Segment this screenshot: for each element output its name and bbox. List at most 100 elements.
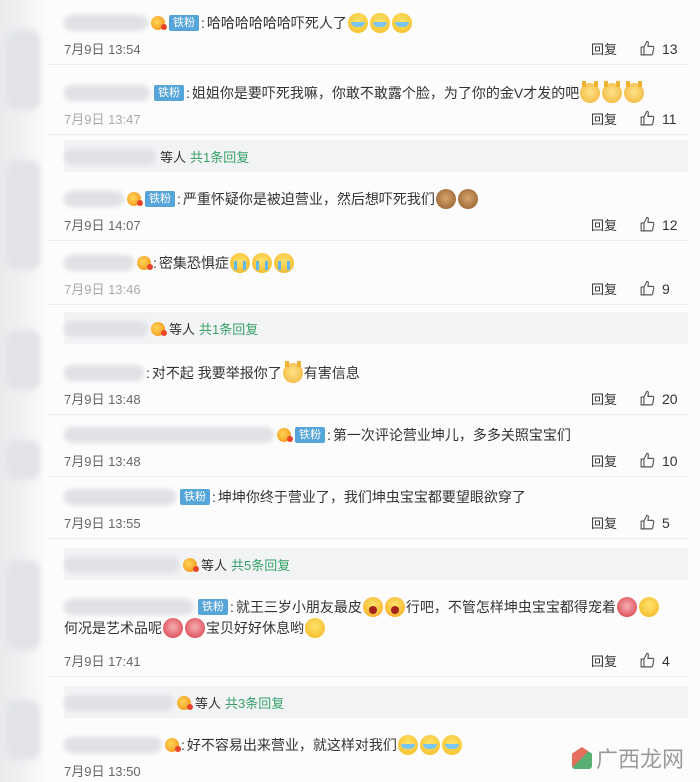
like-count: 12 — [662, 216, 678, 233]
comment-time: 7月9日 13:47 — [64, 112, 141, 127]
comment-time: 7月9日 13:48 — [64, 392, 141, 407]
comment-text: 就王三岁小朋友最皮 — [235, 599, 362, 615]
replier-blurred — [64, 320, 148, 337]
crying-emoji-icon — [229, 253, 250, 273]
username-blurred[interactable] — [64, 489, 176, 505]
reply-button[interactable]: 回复 — [591, 451, 617, 470]
thumbs-up-icon[interactable] — [639, 390, 656, 407]
crying-emoji-icon — [251, 253, 272, 273]
username-blurred[interactable] — [64, 191, 124, 207]
username-blurred[interactable] — [64, 365, 144, 381]
reply-total-link[interactable]: 共1条回复 — [199, 319, 258, 338]
cat-face-emoji-icon — [457, 189, 478, 209]
comment-text-line2: 何况是艺术品呢 — [64, 620, 162, 636]
pig-emoji-icon — [163, 618, 183, 638]
reply-button[interactable]: 回复 — [591, 389, 617, 408]
comment-text: 密集恐惧症 — [158, 255, 229, 271]
username-blurred[interactable] — [64, 599, 194, 615]
replier-blurred — [64, 556, 180, 573]
thumbs-up-icon[interactable] — [639, 652, 656, 669]
cat-emoji-icon — [282, 361, 303, 383]
comment-time: 7月9日 13:55 — [64, 516, 141, 531]
thumbs-up-icon[interactable] — [639, 280, 656, 297]
reply-button[interactable]: 回复 — [591, 279, 617, 298]
fan-badge: 铁粉 — [198, 599, 228, 615]
reply-button[interactable]: 回复 — [591, 109, 617, 128]
others-label: 等人 — [169, 322, 196, 337]
comment-time: 7月9日 14:07 — [64, 218, 141, 233]
comment-item: 铁粉 : 就王三岁小朋友最皮 行吧，不管怎样坤虫宝宝都得宠着 何况是艺术品呢 宝… — [48, 588, 688, 677]
comment-text-line2-end: 宝贝好好休息哟 — [206, 620, 304, 636]
comment-text: 坤坤你终于营业了，我们坤虫宝宝都要望眼欲穿了 — [217, 489, 526, 505]
reply-button[interactable]: 回复 — [591, 513, 617, 532]
laugh-cry-emoji-icon — [397, 735, 418, 755]
laugh-cry-emoji-icon — [441, 735, 462, 755]
like-count: 11 — [662, 110, 677, 127]
cat-emoji-icon — [602, 81, 623, 103]
cat-face-emoji-icon — [435, 189, 456, 209]
comment-text: 第一次评论营业坤儿，多多关照宝宝们 — [332, 427, 571, 443]
site-watermark: 广西龙网 — [571, 742, 684, 774]
reply-button[interactable]: 回复 — [591, 39, 617, 58]
comment-item: 铁粉 : 严重怀疑你是被迫营业，然后想吓死我们 7月9日 14:07 回复 12 — [48, 180, 688, 241]
reply-summary[interactable]: 等人 共1条回复 — [64, 140, 688, 172]
vip-badge-icon — [127, 192, 143, 206]
username-blurred[interactable] — [64, 737, 162, 753]
reply-summary[interactable]: 等人 共1条回复 — [64, 312, 688, 344]
comment-time: 7月9日 13:50 — [64, 764, 141, 779]
vip-badge-icon — [177, 695, 193, 710]
thumbs-up-icon[interactable] — [639, 40, 656, 57]
laugh-cry-emoji-icon — [391, 13, 412, 33]
crying-emoji-icon — [273, 253, 294, 273]
surprised-emoji-icon — [638, 597, 659, 617]
watermark-logo-icon — [571, 747, 592, 769]
comment-text: 姐姐你是要吓死我嘛，你敢不敢露个脸，为了你的金V才发的吧 — [191, 85, 580, 101]
reply-total-link[interactable]: 共5条回复 — [231, 555, 290, 574]
comment-time: 7月9日 13:48 — [64, 454, 141, 469]
username-blurred[interactable] — [64, 255, 134, 271]
reply-summary[interactable]: 等人 共5条回复 — [64, 548, 688, 580]
comment-item: : 密集恐惧症 7月9日 13:46 回复 9 — [48, 244, 688, 305]
comment-time: 7月9日 13:46 — [64, 282, 141, 297]
like-count: 10 — [662, 452, 678, 469]
fan-badge: 铁粉 — [145, 191, 175, 207]
vip-badge-icon — [137, 256, 153, 270]
comment-time: 7月9日 13:54 — [64, 42, 141, 57]
reply-summary[interactable]: 等人 共3条回复 — [64, 686, 688, 718]
fan-badge: 铁粉 — [295, 427, 325, 443]
thumbs-up-icon[interactable] — [639, 110, 656, 127]
laugh-cry-emoji-icon — [347, 13, 368, 33]
cat-emoji-icon — [624, 81, 645, 103]
comment-text: 好不容易出来营业，就这样对我们 — [186, 737, 397, 753]
fan-badge: 铁粉 — [154, 85, 184, 101]
like-count: 9 — [662, 280, 670, 297]
cat-emoji-icon — [580, 81, 601, 103]
like-count: 13 — [662, 40, 678, 57]
comment-item: : 对不起 我要举报你了 有害信息 7月9日 13:48 回复 20 — [48, 354, 688, 415]
laugh-cry-emoji-icon — [369, 13, 390, 33]
comment-text: 严重怀疑你是被迫营业，然后想吓死我们 — [182, 191, 435, 207]
thumbs-up-icon[interactable] — [639, 452, 656, 469]
thumbs-up-icon[interactable] — [639, 514, 656, 531]
vip-badge-icon — [165, 738, 181, 752]
vip-badge-icon — [151, 16, 167, 30]
username-blurred[interactable] — [64, 427, 274, 443]
vip-badge-icon — [151, 321, 167, 336]
reply-total-link[interactable]: 共1条回复 — [190, 147, 249, 166]
others-label: 等人 — [201, 558, 228, 573]
screaming-emoji-icon — [362, 597, 383, 617]
like-count: 20 — [662, 390, 678, 407]
screaming-emoji-icon — [384, 597, 405, 617]
comment-text: 对不起 我要举报你了 — [151, 365, 282, 381]
comment-time: 7月9日 17:41 — [64, 654, 141, 669]
others-label: 等人 — [195, 696, 222, 711]
thumbs-up-icon[interactable] — [639, 216, 656, 233]
reply-total-link[interactable]: 共3条回复 — [225, 693, 284, 712]
comment-text: 哈哈哈哈哈哈吓死人了 — [206, 15, 347, 31]
replier-blurred — [64, 694, 174, 711]
reply-button[interactable]: 回复 — [591, 651, 617, 670]
username-blurred[interactable] — [64, 15, 148, 31]
reply-button[interactable]: 回复 — [591, 215, 617, 234]
laugh-cry-emoji-icon — [419, 735, 440, 755]
username-blurred[interactable] — [64, 85, 150, 101]
